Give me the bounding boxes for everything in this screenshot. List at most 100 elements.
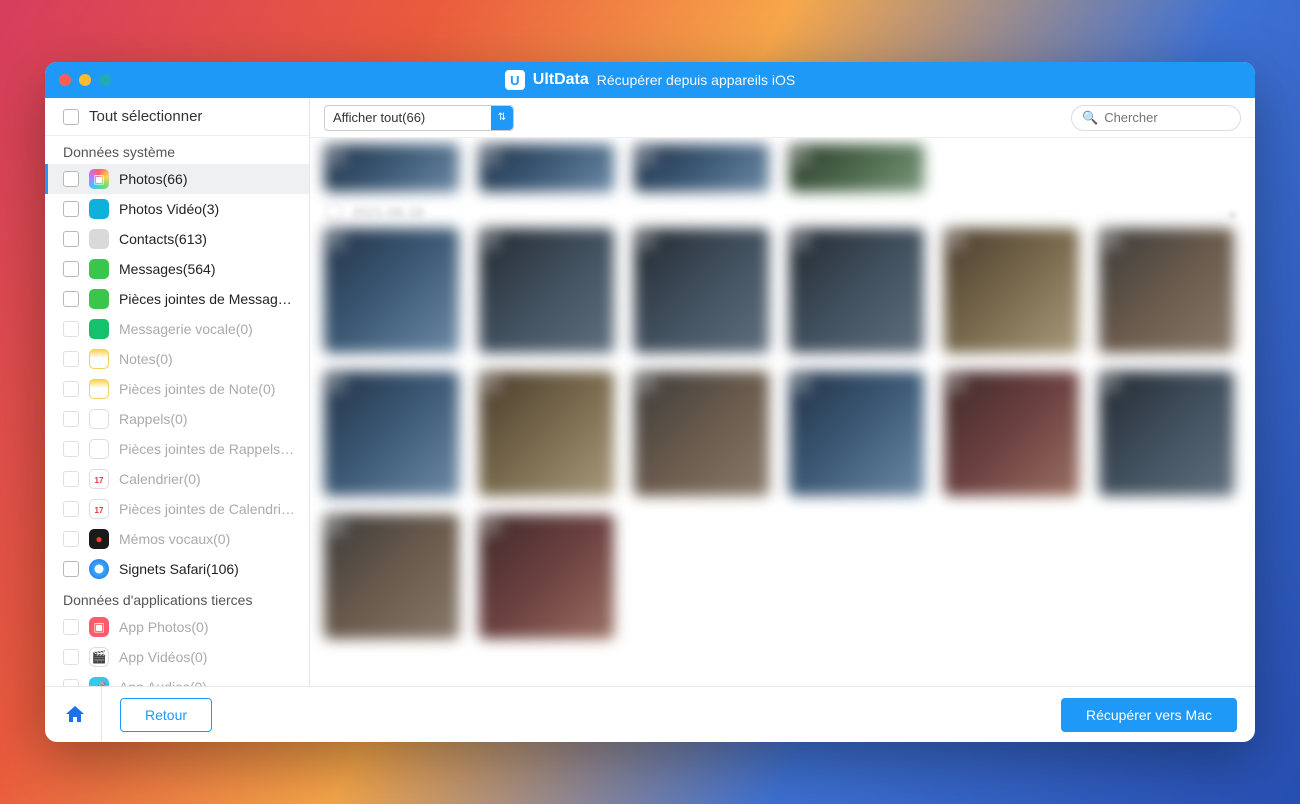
checkbox-icon[interactable]	[63, 381, 79, 397]
select-all-label: Tout sélectionner	[89, 108, 202, 125]
back-button[interactable]: Retour	[120, 698, 212, 732]
photo-thumbnail[interactable]	[479, 514, 614, 639]
chevron-down-icon[interactable]: ⌄	[1226, 202, 1239, 222]
photo-thumbnail[interactable]	[479, 228, 614, 353]
checkbox-icon[interactable]	[63, 531, 79, 547]
close-icon[interactable]	[59, 74, 71, 86]
sidebar-item-sys-7[interactable]: Pièces jointes de Note(0)	[45, 374, 309, 404]
select-all-row[interactable]: Tout sélectionner	[45, 98, 309, 136]
home-button[interactable]	[63, 687, 102, 742]
checkbox-icon[interactable]	[63, 619, 79, 635]
checkbox-icon[interactable]	[63, 441, 79, 457]
sidebar-item-label: Pièces jointes de Note(0)	[119, 381, 275, 397]
photo-thumbnail[interactable]	[634, 228, 769, 353]
sidebar-item-sys-5[interactable]: Messagerie vocale(0)	[45, 314, 309, 344]
sidebar-item-app-0[interactable]: ▣ App Photos(0)	[45, 612, 309, 642]
search-input[interactable]	[1104, 110, 1230, 125]
titlebar: U UltData Récupérer depuis appareils iOS	[45, 62, 1255, 98]
minimize-icon[interactable]	[79, 74, 91, 86]
checkbox-icon[interactable]	[63, 231, 79, 247]
sidebar-item-sys-10[interactable]: 17Calendrier(0)	[45, 464, 309, 494]
sidebar-item-sys-13[interactable]: Signets Safari(106)	[45, 554, 309, 584]
sidebar-item-label: Messagerie vocale(0)	[119, 321, 253, 337]
date-group-header[interactable]: 2021-06-18 ⌄	[326, 202, 1239, 222]
main-panel: Afficher tout(66) ⇅ 🔍 2021-06-18 ⌄	[310, 98, 1255, 686]
category-icon: 17	[89, 469, 109, 489]
category-icon: 🎬	[89, 647, 109, 667]
photo-thumbnail[interactable]	[789, 228, 924, 353]
home-icon	[63, 703, 87, 727]
photo-thumbnail[interactable]	[634, 371, 769, 496]
footer: Retour Récupérer vers Mac	[45, 686, 1255, 742]
sidebar-item-label: Photos Vidéo(3)	[119, 201, 219, 217]
photo-thumbnail[interactable]	[1099, 228, 1234, 353]
photo-thumbnail[interactable]	[1099, 371, 1234, 496]
sidebar-item-sys-4[interactable]: Pièces jointes de Message(3…	[45, 284, 309, 314]
sidebar-item-label: Rappels(0)	[119, 411, 187, 427]
checkbox-icon[interactable]	[63, 561, 79, 577]
sidebar-item-sys-9[interactable]: Pièces jointes de Rappels(0)	[45, 434, 309, 464]
photo-thumbnail[interactable]	[944, 228, 1079, 353]
category-icon	[89, 559, 109, 579]
sidebar-item-label: Messages(564)	[119, 261, 216, 277]
sidebar-item-label: Photos(66)	[119, 171, 187, 187]
photo-thumbnail[interactable]	[634, 144, 769, 192]
search-icon: 🔍	[1082, 110, 1098, 126]
checkbox-icon[interactable]	[63, 351, 79, 367]
app-window: U UltData Récupérer depuis appareils iOS…	[45, 62, 1255, 742]
zoom-icon[interactable]	[99, 74, 111, 86]
photo-thumbnail[interactable]	[944, 371, 1079, 496]
category-icon	[89, 229, 109, 249]
photo-thumbnail[interactable]	[324, 228, 459, 353]
filter-dropdown[interactable]: Afficher tout(66) ⇅	[324, 105, 514, 131]
recover-button[interactable]: Récupérer vers Mac	[1061, 698, 1237, 732]
category-icon	[89, 439, 109, 459]
app-title: UltData	[533, 71, 589, 89]
checkbox-icon[interactable]	[63, 649, 79, 665]
sidebar-item-sys-6[interactable]: Notes(0)	[45, 344, 309, 374]
search-field[interactable]: 🔍	[1071, 105, 1241, 131]
app-logo-icon: U	[505, 70, 525, 90]
category-icon: ▣	[89, 617, 109, 637]
checkbox-icon[interactable]	[63, 411, 79, 427]
category-icon	[89, 409, 109, 429]
photo-thumbnail[interactable]	[479, 144, 614, 192]
sidebar-item-label: Contacts(613)	[119, 231, 207, 247]
sidebar-item-label: Notes(0)	[119, 351, 173, 367]
sidebar-item-sys-11[interactable]: 17Pièces jointes de Calendrier(…	[45, 494, 309, 524]
photo-thumbnail[interactable]	[324, 514, 459, 639]
checkbox-icon[interactable]	[63, 261, 79, 277]
checkbox-icon[interactable]	[63, 321, 79, 337]
category-icon	[89, 259, 109, 279]
checkbox-icon[interactable]	[63, 291, 79, 307]
category-icon	[89, 379, 109, 399]
category-icon: ●	[89, 529, 109, 549]
checkbox-icon[interactable]	[326, 204, 342, 220]
sidebar-item-label: App Photos(0)	[119, 619, 209, 635]
sidebar-item-sys-1[interactable]: Photos Vidéo(3)	[45, 194, 309, 224]
window-controls	[59, 74, 111, 86]
checkbox-icon[interactable]	[63, 679, 79, 686]
filter-label: Afficher tout(66)	[333, 110, 425, 125]
sidebar-item-sys-2[interactable]: Contacts(613)	[45, 224, 309, 254]
photo-thumbnail[interactable]	[324, 371, 459, 496]
checkbox-icon[interactable]	[63, 501, 79, 517]
sidebar-item-label: Mémos vocaux(0)	[119, 531, 230, 547]
photo-thumbnail[interactable]	[479, 371, 614, 496]
sidebar-item-sys-0[interactable]: ▣ Photos(66)	[45, 164, 309, 194]
checkbox-icon[interactable]	[63, 171, 79, 187]
date-label: 2021-06-18	[352, 204, 424, 220]
sidebar-item-sys-12[interactable]: ● Mémos vocaux(0)	[45, 524, 309, 554]
sidebar-item-app-1[interactable]: 🎬App Vidéos(0)	[45, 642, 309, 672]
photo-thumbnail[interactable]	[324, 144, 459, 192]
checkbox-icon[interactable]	[63, 471, 79, 487]
checkbox-icon[interactable]	[63, 201, 79, 217]
checkbox-icon[interactable]	[63, 109, 79, 125]
sidebar-item-sys-3[interactable]: Messages(564)	[45, 254, 309, 284]
photo-thumbnail[interactable]	[789, 144, 924, 192]
photo-thumbnail[interactable]	[789, 371, 924, 496]
category-icon: ▣	[89, 169, 109, 189]
sidebar-item-app-2[interactable]: 🎤App Audios(0)	[45, 672, 309, 686]
sidebar-item-sys-8[interactable]: Rappels(0)	[45, 404, 309, 434]
sidebar-item-label: Pièces jointes de Rappels(0)	[119, 441, 295, 457]
